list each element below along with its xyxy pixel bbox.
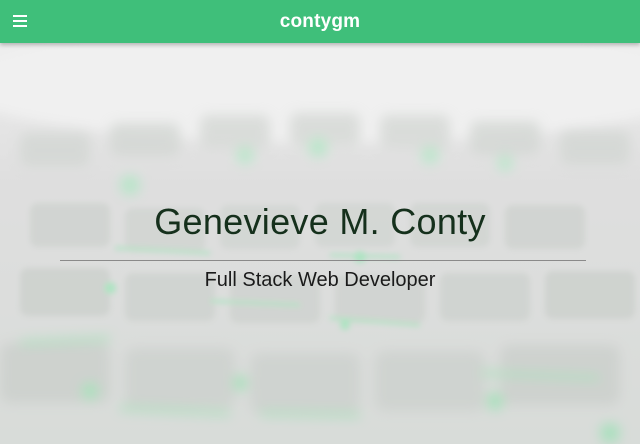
hamburger-menu-icon: [13, 15, 27, 27]
hero-tagline: Full Stack Web Developer: [204, 269, 436, 291]
menu-button[interactable]: [8, 9, 32, 33]
hero-divider: [60, 260, 586, 261]
site-brand[interactable]: contygm: [280, 11, 361, 33]
top-navbar: contygm: [0, 0, 640, 43]
hero-section: Genevieve M. Conty Full Stack Web Develo…: [0, 43, 640, 444]
hero-name-heading: Genevieve M. Conty: [154, 201, 486, 242]
hero-content: Genevieve M. Conty Full Stack Web Develo…: [0, 43, 640, 444]
